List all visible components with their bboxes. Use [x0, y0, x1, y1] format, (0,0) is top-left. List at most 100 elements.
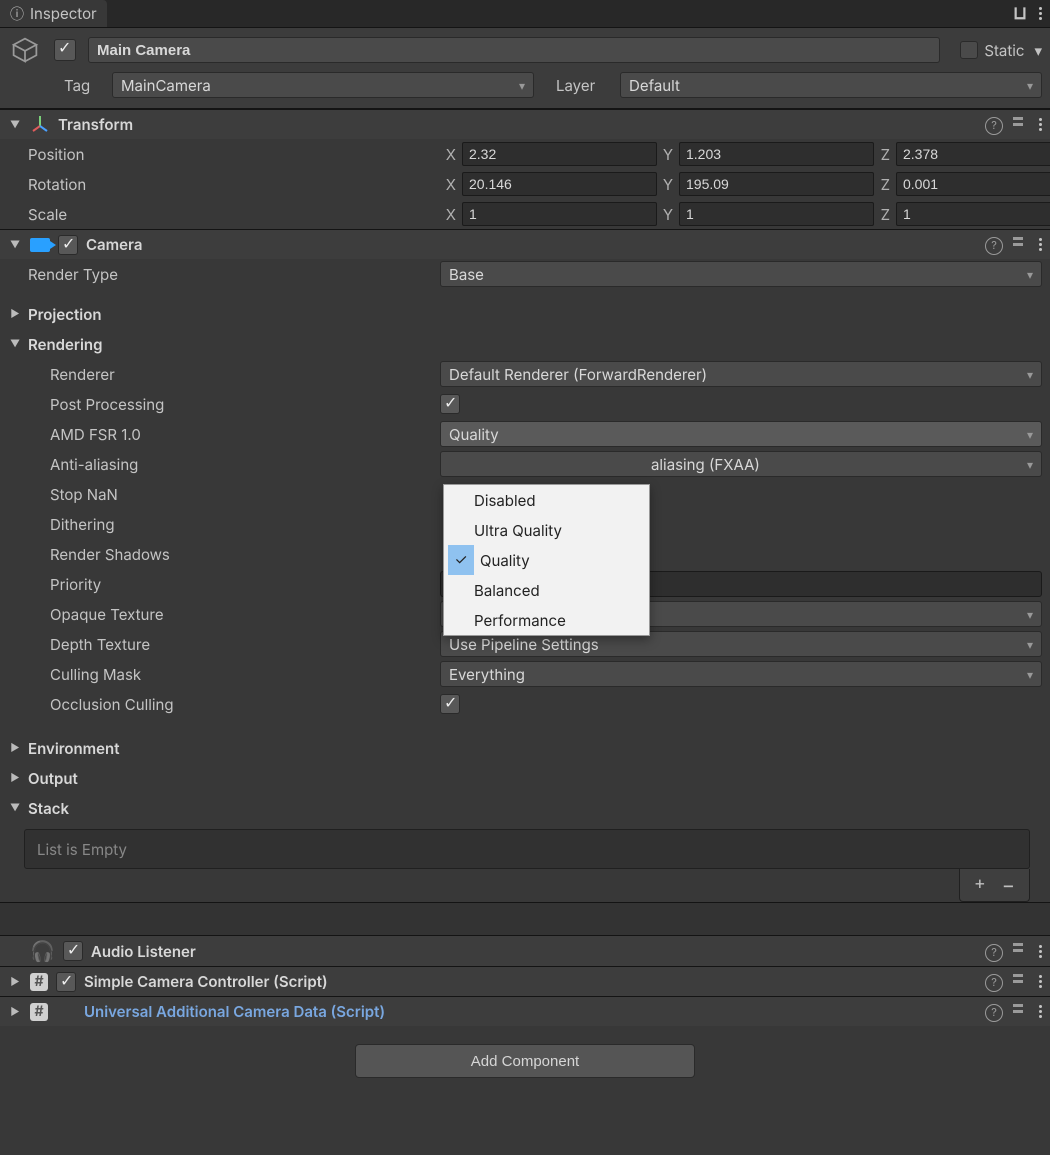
depth-texture-label: Depth Texture	[8, 635, 440, 654]
foldout-icon[interactable]	[8, 118, 22, 132]
foldout-icon[interactable]	[8, 307, 22, 321]
foldout-icon[interactable]	[8, 975, 22, 989]
rotation-z-input[interactable]	[896, 172, 1050, 196]
foldout-icon[interactable]	[8, 741, 22, 755]
render-type-label: Render Type	[8, 265, 440, 284]
kebab-menu-icon[interactable]	[1039, 945, 1042, 958]
rotation-x-input[interactable]	[462, 172, 657, 196]
simple-camera-enabled-checkbox[interactable]	[56, 972, 76, 992]
kebab-menu-icon[interactable]	[1039, 118, 1042, 131]
renderer-row: Renderer Default Renderer (ForwardRender…	[0, 359, 1050, 389]
culling-mask-label: Culling Mask	[8, 665, 440, 684]
kebab-menu-icon[interactable]	[1039, 1005, 1042, 1018]
preset-icon[interactable]	[1013, 974, 1029, 990]
option-quality[interactable]: ✓Quality	[444, 545, 649, 575]
gameobject-name-input[interactable]	[88, 37, 940, 63]
option-disabled[interactable]: Disabled	[444, 485, 649, 515]
position-z-input[interactable]	[896, 142, 1050, 166]
projection-foldout[interactable]: Projection	[0, 299, 1050, 329]
transform-header[interactable]: Transform	[0, 109, 1050, 139]
stack-foldout[interactable]: Stack	[0, 793, 1050, 823]
lock-icon[interactable]	[1013, 3, 1027, 24]
add-icon[interactable]: +	[974, 873, 986, 897]
add-component-button[interactable]: Add Component	[355, 1044, 695, 1078]
occlusion-culling-label: Occlusion Culling	[8, 695, 440, 714]
render-shadows-label: Render Shadows	[8, 545, 440, 564]
help-icon[interactable]	[985, 941, 1003, 962]
option-ultra-quality[interactable]: Ultra Quality	[444, 515, 649, 545]
foldout-icon[interactable]	[8, 801, 22, 815]
stop-nan-label: Stop NaN	[8, 485, 440, 504]
universal-camera-data-title: Universal Additional Camera Data (Script…	[84, 1002, 977, 1021]
foldout-icon[interactable]	[8, 238, 22, 252]
axis-x-label: X	[440, 145, 462, 164]
foldout-icon[interactable]	[8, 771, 22, 785]
camera-enabled-checkbox[interactable]	[58, 235, 78, 255]
layer-value: Default	[629, 76, 680, 95]
camera-title: Camera	[86, 235, 977, 254]
scale-z-input[interactable]	[896, 202, 1050, 226]
layer-dropdown[interactable]: Default ▾	[620, 72, 1042, 98]
universal-camera-data-header[interactable]: # Universal Additional Camera Data (Scri…	[0, 996, 1050, 1026]
separator	[0, 902, 1050, 936]
static-dropdown-caret[interactable]	[1030, 41, 1042, 60]
anti-aliasing-dropdown[interactable]: aliasing (FXAA)▾	[440, 451, 1042, 477]
remove-icon[interactable]: −	[1002, 873, 1015, 897]
post-processing-row: Post Processing	[0, 389, 1050, 419]
option-performance[interactable]: Performance	[444, 605, 649, 635]
foldout-icon[interactable]	[8, 1005, 22, 1019]
preset-icon[interactable]	[1013, 943, 1029, 959]
kebab-menu-icon[interactable]	[1039, 975, 1042, 988]
scale-x-input[interactable]	[462, 202, 657, 226]
gameobject-enabled-checkbox[interactable]	[54, 39, 76, 61]
position-x-input[interactable]	[462, 142, 657, 166]
rendering-foldout[interactable]: Rendering	[0, 329, 1050, 359]
inspector-tab[interactable]: ⓘ Inspector	[0, 0, 107, 27]
axis-y-label: Y	[657, 145, 679, 164]
amd-fsr-dropdown[interactable]: Quality▾	[440, 421, 1042, 447]
kebab-menu-icon[interactable]	[1039, 238, 1042, 251]
post-processing-checkbox[interactable]	[440, 394, 460, 414]
help-icon[interactable]	[985, 1001, 1003, 1022]
projection-label: Projection	[28, 305, 102, 324]
simple-camera-controller-header[interactable]: # Simple Camera Controller (Script)	[0, 966, 1050, 996]
transform-icon	[30, 113, 50, 137]
script-icon: #	[30, 1003, 48, 1021]
gameobject-icon[interactable]	[8, 33, 42, 67]
foldout-icon[interactable]	[8, 337, 22, 351]
tag-layer-row: Tag MainCamera ▾ Layer Default ▾	[0, 68, 1050, 109]
help-icon[interactable]	[985, 971, 1003, 992]
priority-label: Priority	[8, 575, 440, 594]
opaque-texture-label: Opaque Texture	[8, 605, 440, 624]
help-icon[interactable]	[985, 234, 1003, 255]
scale-y-input[interactable]	[679, 202, 874, 226]
rendering-label: Rendering	[28, 335, 102, 354]
help-icon[interactable]	[985, 114, 1003, 135]
renderer-dropdown[interactable]: Default Renderer (ForwardRenderer)▾	[440, 361, 1042, 387]
rotation-y-input[interactable]	[679, 172, 874, 196]
occlusion-culling-checkbox[interactable]	[440, 694, 460, 714]
tag-dropdown[interactable]: MainCamera ▾	[112, 72, 534, 98]
audio-listener-enabled-checkbox[interactable]	[63, 941, 83, 961]
transform-title: Transform	[58, 115, 977, 134]
kebab-menu-icon[interactable]	[1039, 7, 1042, 20]
environment-foldout[interactable]: Environment	[0, 733, 1050, 763]
static-checkbox[interactable]	[960, 41, 978, 59]
tag-value: MainCamera	[121, 76, 211, 95]
preset-icon[interactable]	[1013, 117, 1029, 133]
tab-title: Inspector	[30, 4, 97, 23]
render-type-row: Render Type Base▾	[0, 259, 1050, 289]
render-type-dropdown[interactable]: Base▾	[440, 261, 1042, 287]
audio-listener-header[interactable]: 🎧 Audio Listener	[0, 936, 1050, 966]
static-label: Static	[984, 41, 1024, 60]
position-y-input[interactable]	[679, 142, 874, 166]
preset-icon[interactable]	[1013, 237, 1029, 253]
output-foldout[interactable]: Output	[0, 763, 1050, 793]
stack-list: List is Empty	[24, 829, 1030, 869]
preset-icon[interactable]	[1013, 1004, 1029, 1020]
option-balanced[interactable]: Balanced	[444, 575, 649, 605]
culling-mask-dropdown[interactable]: Everything▾	[440, 661, 1042, 687]
audio-listener-title: Audio Listener	[91, 942, 977, 961]
scale-row: Scale X Y Z	[0, 199, 1050, 229]
camera-header[interactable]: Camera	[0, 229, 1050, 259]
